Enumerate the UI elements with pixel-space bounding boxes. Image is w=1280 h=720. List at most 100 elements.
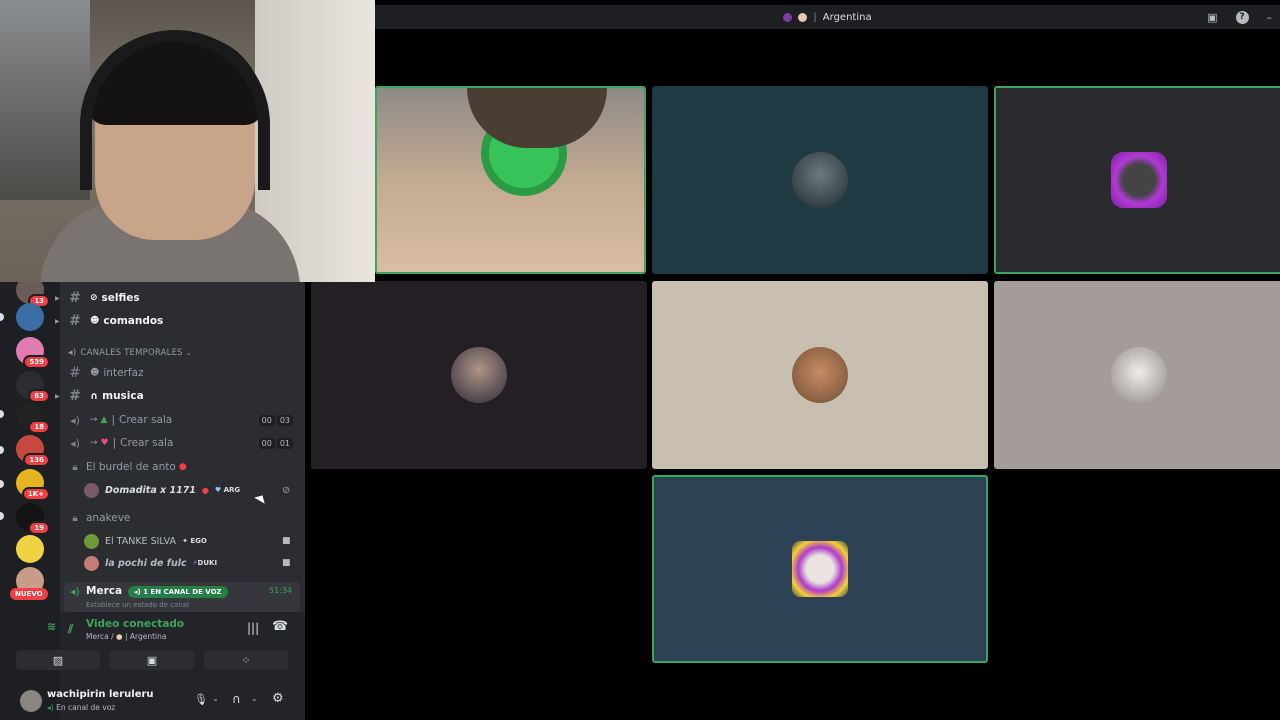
video-tile-shark[interactable] [652,86,988,274]
server-badge: 63 [28,389,50,403]
voice-member-pochi[interactable]: la pochi de fulc ⚡DUKI ■ [84,553,291,573]
speaker-icon: ◂) [134,588,141,596]
server-icon-6[interactable]: 136 [16,435,50,467]
wifi-signal-icon[interactable]: ≋ [47,620,56,633]
chevron-down-icon: ⌄ [185,349,192,357]
server-badge: 539 [23,355,50,369]
chevron-down-icon[interactable]: ⌄ [212,694,219,703]
call-duration: 51:34 [268,586,292,595]
camera-user-hair [467,88,607,148]
beige-user-avatar [792,347,848,403]
channel-crear-sala-2[interactable]: ◂) → ♥ | Crear sala 00 01 [60,432,305,454]
voice-member-tanke-silva[interactable]: El TANKE SILVA ✦ EGO ■ [84,531,291,551]
camera-off-button[interactable]: ▨ [16,650,100,670]
settings-gear-icon[interactable]: ⚙ [272,691,284,706]
microphone-icon[interactable]: 🎙︎ [194,693,208,706]
server-badge: 19 [28,521,50,535]
speaker-icon: ◂) [47,703,54,712]
new-servers-badge[interactable]: NUEVO [10,588,48,600]
voice-status[interactable]: Video conectado [86,618,184,630]
arrow-right-icon: → [90,415,98,425]
server-icon-3[interactable]: 539 [16,337,50,369]
server-badge: 136 [23,453,50,467]
screen-share-button[interactable]: ▣ [110,650,194,670]
server-badge: 18 [28,420,50,434]
video-tile-beige-user[interactable] [652,281,988,469]
member-name: Domadita x 1171 [105,484,196,496]
server-icon-4[interactable]: 63 [16,371,50,403]
video-camera-icon: ■ [282,558,291,568]
channel-crear-sala-1[interactable]: ◂) → ▲ | Crear sala 00 03 [60,409,305,431]
video-tile-dark-user[interactable] [311,281,647,469]
channel-separator: | [111,414,116,426]
activities-icon: ⁘ [241,653,251,667]
chevron-down-icon[interactable]: ⌄ [251,694,258,703]
connection-bars-icon[interactable]: ⫽ [68,622,73,637]
voice-member-domadita[interactable]: Domadita x 1171 ● ♥ ARG ⊘ [84,480,290,500]
voice-channel-icon: ◂) [70,413,80,427]
cat-avatar [1111,347,1167,403]
channel-selfies[interactable]: ▶ # ⊘ selfies [55,287,305,309]
username: wachipirin leruleru [47,689,154,700]
video-tile-purple-frame[interactable] [994,86,1280,274]
server-icon [783,12,793,22]
speaker-small-icon: ◂) [68,348,77,358]
video-tile-cat-user[interactable] [994,281,1280,469]
webcam-background-door [0,0,90,200]
channel-anakeve[interactable]: 🔒︎ anakeve [60,507,305,529]
server-icon-8[interactable]: 19 [16,503,50,535]
server-unread-pill [0,313,4,321]
channel-status-placeholder[interactable]: Establece un estado de canal [86,601,189,609]
headphones-icon[interactable]: ∩ [232,692,241,706]
voice-user-count: 00 01 [258,437,293,449]
channel-name: interfaz [103,367,144,379]
disconnect-icon[interactable]: ☎ [272,619,288,634]
channel-name: Merca [86,585,123,597]
voice-location[interactable]: Merca / ● | Argentina [86,632,166,641]
channel-name: Crear sala [120,437,174,449]
webcam-headset [80,30,270,190]
server-unread-pill [0,446,4,454]
server-icon-7[interactable]: 1K+ [16,469,50,501]
server-badge: 1K+ [21,487,50,501]
arrow-right-icon: → [90,438,98,448]
channel-name: anakeve [86,512,131,524]
member-tag: ♥ ARG [214,486,241,494]
heart-icon: ♥ [214,486,222,494]
server-icon-2[interactable] [16,303,44,331]
category-canales-temporales[interactable]: ◂) CANALES TEMPORALES ⌄ [60,342,305,364]
server-icon-9[interactable] [16,535,44,563]
lock-icon: 🔒︎ [72,512,78,524]
help-icon[interactable]: ? [1235,10,1249,24]
video-tile-sticker-user[interactable] [652,475,988,663]
shark-avatar [792,152,848,208]
lips-icon: ● [201,485,209,495]
minimize-icon[interactable]: – [1267,11,1273,24]
video-tile-camera-user[interactable] [375,86,646,274]
avatar [84,555,99,571]
member-tag: ✦ EGO [182,537,207,545]
inbox-icon[interactable]: ▣ [1207,11,1217,24]
deafened-icon: ⊘ [282,484,291,496]
channel-merca-active[interactable]: ◂) Merca ◂) 1 EN CANAL DE VOZ 51:34 Esta… [64,582,300,612]
channel-musica[interactable]: ▶ # ∩ musica [55,385,305,407]
channel-burdel-de-anto[interactable]: 🔒︎ El burdel de anto ● [60,456,305,478]
camera-off-icon: ▨ [52,653,64,667]
text-channel-icon: # [69,290,81,306]
channel-comandos[interactable]: ▶ # ☻ comandos [55,310,305,332]
noise-suppression-icon[interactable]: ||| [247,621,259,635]
user-avatar[interactable] [20,690,42,712]
activities-button[interactable]: ⁘ [204,650,288,670]
video-camera-icon: ■ [282,536,291,546]
channel-separator: | [112,437,117,449]
user-panel: wachipirin leruleru ◂) En canal de voz 🎙… [20,682,305,720]
text-channel-icon: # [69,365,81,381]
channel-interfaz[interactable]: # ☻ interfaz [60,362,305,384]
server-unread-pill [0,512,4,520]
server-icon-5[interactable]: 18 [16,402,50,434]
link-icon: ⊘ [90,293,98,303]
member-tag: ⚡DUKI [192,559,218,567]
text-channel-icon: # [69,388,81,404]
unread-arrow-icon: ▶ [55,392,60,400]
voice-user-count: 00 03 [258,414,293,426]
